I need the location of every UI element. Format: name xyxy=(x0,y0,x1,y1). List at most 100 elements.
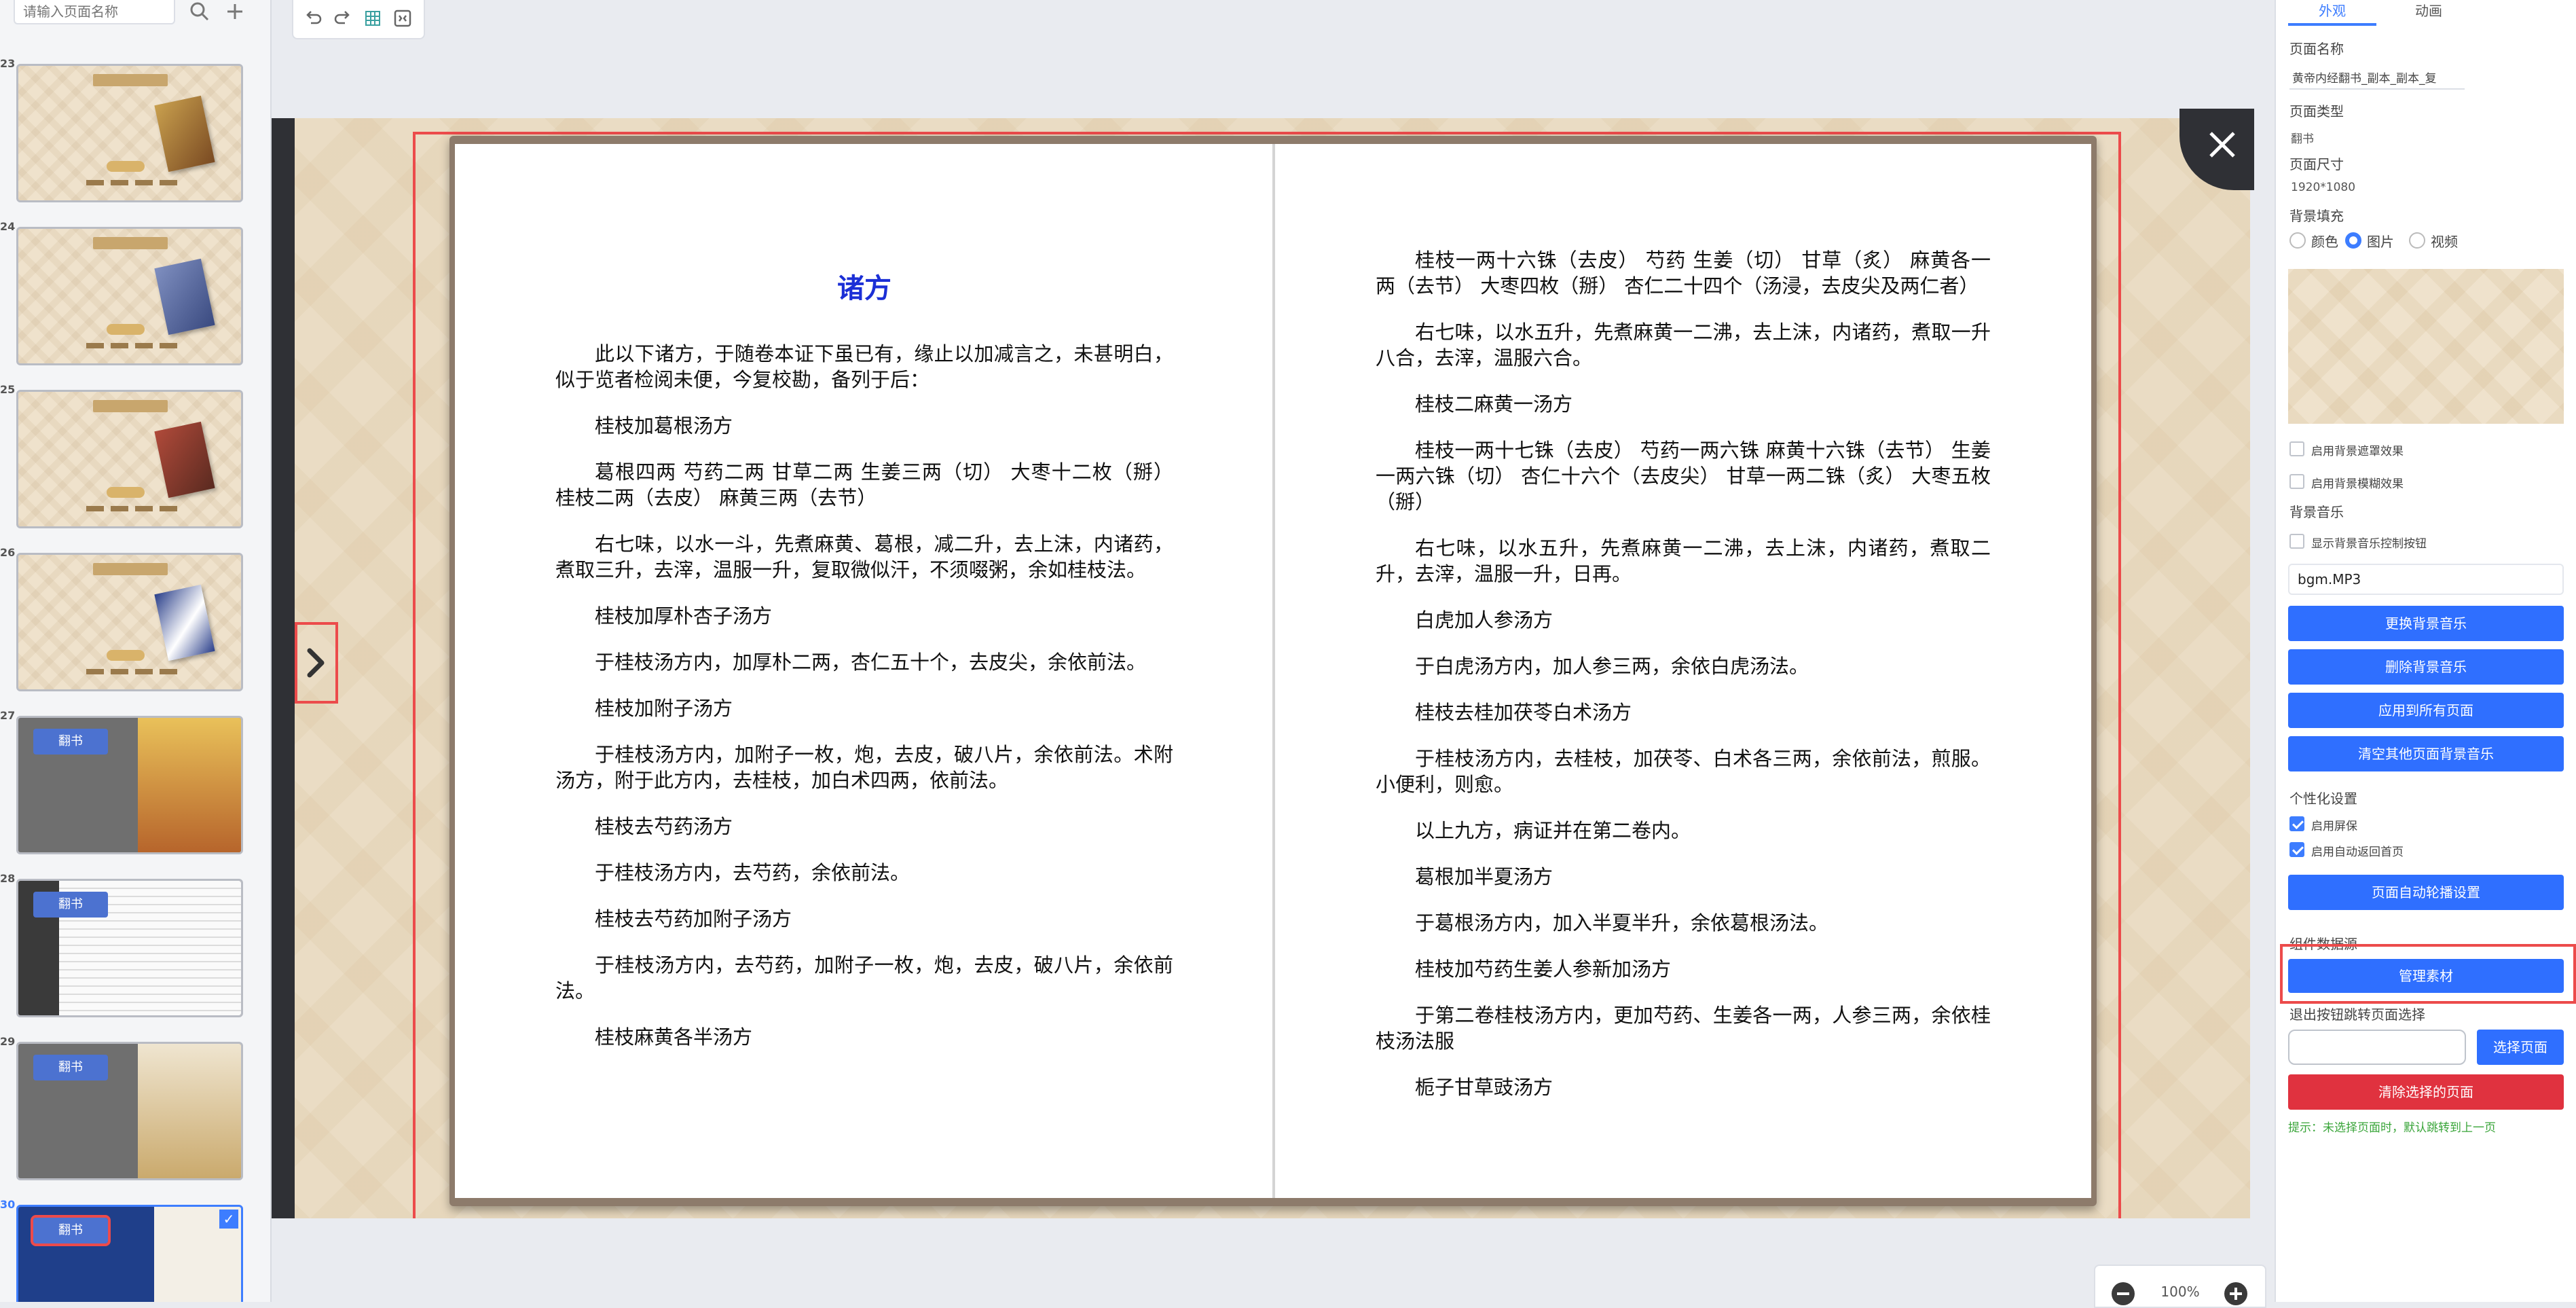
grid-icon[interactable] xyxy=(361,7,384,30)
clear-other-music-button[interactable]: 清空其他页面背景音乐 xyxy=(2288,736,2564,771)
text-paragraph: 于桂枝汤方内，去桂枝，加茯苓、白术各三两，余依前法，煎服。小便利，则愈。 xyxy=(1376,747,1991,796)
editor-toolbar xyxy=(292,0,425,39)
thumbnail-book-cover xyxy=(138,1044,241,1178)
recipe-heading: 白虎加人参汤方 xyxy=(1415,608,1553,632)
page-name-input[interactable] xyxy=(2289,65,2465,90)
page-thumbnail[interactable]: 27 翻书 xyxy=(0,709,270,868)
text-paragraph: 右七味，以水一斗，先煮麻黄、葛根，减二升，去上沫，内诸药，煮取三升，去滓，温服一… xyxy=(555,532,1173,581)
page-number: 28 xyxy=(0,872,16,885)
undo-icon[interactable] xyxy=(301,7,325,30)
zoom-control: 100% xyxy=(2094,1265,2266,1308)
delete-music-button[interactable]: 删除背景音乐 xyxy=(2288,649,2564,685)
page-canvas: 诸方 此以下诸方，于随卷本证下虽已有，缘止以加减言之，未甚明白，似于览者检阅未便… xyxy=(272,118,2250,1218)
thumbnail-card[interactable] xyxy=(16,64,243,202)
fit-screen-icon[interactable] xyxy=(391,7,414,30)
thumbnail-card[interactable]: 翻书 ✓ xyxy=(16,1205,243,1302)
redo-icon[interactable] xyxy=(331,7,354,30)
recipe-heading: 桂枝去桂加茯苓白术汤方 xyxy=(1415,701,1632,724)
music-file-name: bgm.MP3 xyxy=(2288,564,2564,595)
thumbnail-header-ornament xyxy=(93,237,168,249)
bg-blur-checkbox[interactable] xyxy=(2289,474,2304,489)
recipe-heading: 栀子甘草豉汤方 xyxy=(1415,1076,1553,1099)
thumbnail-gold-ornament xyxy=(107,161,145,172)
thumbnail-gold-ornament xyxy=(107,650,145,661)
select-page-button[interactable]: 选择页面 xyxy=(2477,1030,2564,1065)
text-paragraph: 以上九方，病证并在第二卷内。 xyxy=(1415,819,1691,842)
radio-video-label: 视频 xyxy=(2431,234,2458,250)
search-icon[interactable] xyxy=(187,0,212,23)
bg-fill-label: 背景填充 xyxy=(2289,208,2344,224)
auto-home-checkbox[interactable] xyxy=(2289,842,2304,857)
page-thumbnail-selected[interactable]: 30 翻书 ✓ xyxy=(0,1198,270,1302)
properties-panel: 外观 动画 页面名称 页面类型 翻书 页面尺寸 1920*1080 背景填充 颜… xyxy=(2275,0,2576,1302)
text-paragraph: 于第二卷桂枝汤方内，更加芍药、生姜各一两，人参三两，余依桂枝汤法服 xyxy=(1376,1004,1991,1053)
page-list-panel: 23 24 25 26 xyxy=(0,0,272,1302)
page-type-badge: 翻书 xyxy=(33,892,108,918)
radio-image[interactable] xyxy=(2345,232,2361,249)
thumbnail-card[interactable] xyxy=(16,553,243,691)
jump-page-input[interactable] xyxy=(2288,1030,2466,1065)
radio-video[interactable] xyxy=(2409,232,2425,249)
page-thumbnail[interactable]: 29 翻书 xyxy=(0,1035,270,1194)
background-image-preview[interactable] xyxy=(2288,269,2564,424)
page-thumbnail[interactable]: 25 xyxy=(0,383,270,542)
page-type-badge: 翻书 xyxy=(33,1055,108,1080)
music-control-checkbox[interactable] xyxy=(2289,534,2304,549)
recipe-heading: 桂枝加附子汤方 xyxy=(595,697,733,720)
recipe-heading: 桂枝去芍药加附子汤方 xyxy=(595,907,792,930)
page-type-badge: 翻书 xyxy=(33,729,108,755)
thumbnail-card[interactable] xyxy=(16,227,243,365)
thumbnail-card[interactable]: 翻书 xyxy=(16,716,243,854)
page-thumbnail[interactable]: 26 xyxy=(0,546,270,705)
text-paragraph: 于葛根汤方内，加入半夏半升，余依葛根汤法。 xyxy=(1415,911,1829,934)
thumbnail-book-cover xyxy=(138,718,241,852)
bg-music-label: 背景音乐 xyxy=(2289,504,2344,520)
recipe-heading: 桂枝加葛根汤方 xyxy=(595,414,733,437)
autoplay-settings-button[interactable]: 页面自动轮播设置 xyxy=(2288,875,2564,910)
page-type-label: 页面类型 xyxy=(2289,103,2344,120)
thumbnail-gold-ornament xyxy=(107,324,145,335)
screensaver-checkbox[interactable] xyxy=(2289,816,2304,831)
prev-page-button[interactable] xyxy=(295,622,338,704)
recipe-heading: 桂枝去芍药汤方 xyxy=(595,815,733,838)
zoom-level: 100% xyxy=(2160,1284,2200,1300)
text-paragraph: 于桂枝汤方内，加附子一枚，炮，去皮，破八片，余依前法。术附汤方，附于此方内，去桂… xyxy=(555,743,1173,792)
tab-appearance[interactable]: 外观 xyxy=(2288,0,2376,26)
page-number: 23 xyxy=(0,57,16,70)
page-number: 25 xyxy=(0,383,16,396)
radio-color[interactable] xyxy=(2289,232,2306,249)
thumbnail-nav-bar xyxy=(86,343,181,348)
page-thumbnail[interactable]: 28 翻书 xyxy=(0,872,270,1031)
flipbook[interactable]: 诸方 此以下诸方，于随卷本证下虽已有，缘止以加减言之，未甚明白，似于览者检阅未便… xyxy=(449,136,2097,1206)
thumbnail-gold-ornament xyxy=(107,487,145,498)
thumbnail-card[interactable] xyxy=(16,390,243,528)
page-size-label: 页面尺寸 xyxy=(2289,156,2344,172)
page-search-row xyxy=(0,0,270,34)
replace-music-button[interactable]: 更换背景音乐 xyxy=(2288,606,2564,641)
thumbnail-nav-bar xyxy=(86,506,181,511)
text-paragraph: 桂枝一两十七铢（去皮） 芍药一两六铢 麻黄十六铢（去节） 生姜一两六铢（切） 杏… xyxy=(1376,439,1991,513)
clear-selected-page-button[interactable]: 清除选择的页面 xyxy=(2288,1074,2564,1110)
book-left-page: 诸方 此以下诸方，于随卷本证下虽已有，缘止以加减言之，未甚明白，似于览者检阅未便… xyxy=(455,144,1274,1198)
close-icon xyxy=(2209,132,2235,158)
page-number: 29 xyxy=(0,1035,16,1048)
page-type-value: 翻书 xyxy=(2291,132,2314,146)
text-paragraph: 于桂枝汤方内，去芍药，余依前法。 xyxy=(595,861,910,884)
page-search-input[interactable] xyxy=(14,0,175,24)
page-size-value: 1920*1080 xyxy=(2291,181,2356,194)
thumbnail-card[interactable]: 翻书 xyxy=(16,879,243,1017)
page-number: 26 xyxy=(0,546,16,559)
page-thumbnail[interactable]: 24 xyxy=(0,220,270,379)
radio-color-label: 颜色 xyxy=(2311,234,2338,250)
tab-animation[interactable]: 动画 xyxy=(2385,0,2473,23)
chapter-title: 诸方 xyxy=(837,273,891,304)
page-number: 27 xyxy=(0,709,16,722)
bg-blur-label: 启用背景模糊效果 xyxy=(2311,477,2404,491)
radio-image-label: 图片 xyxy=(2367,234,2394,250)
thumbnail-card[interactable]: 翻书 xyxy=(16,1042,243,1180)
page-thumbnail[interactable]: 23 xyxy=(0,57,270,216)
bg-mask-checkbox[interactable] xyxy=(2289,441,2304,456)
chevron-right-icon xyxy=(307,648,325,678)
apply-all-pages-button[interactable]: 应用到所有页面 xyxy=(2288,693,2564,728)
add-page-icon[interactable] xyxy=(223,0,247,23)
